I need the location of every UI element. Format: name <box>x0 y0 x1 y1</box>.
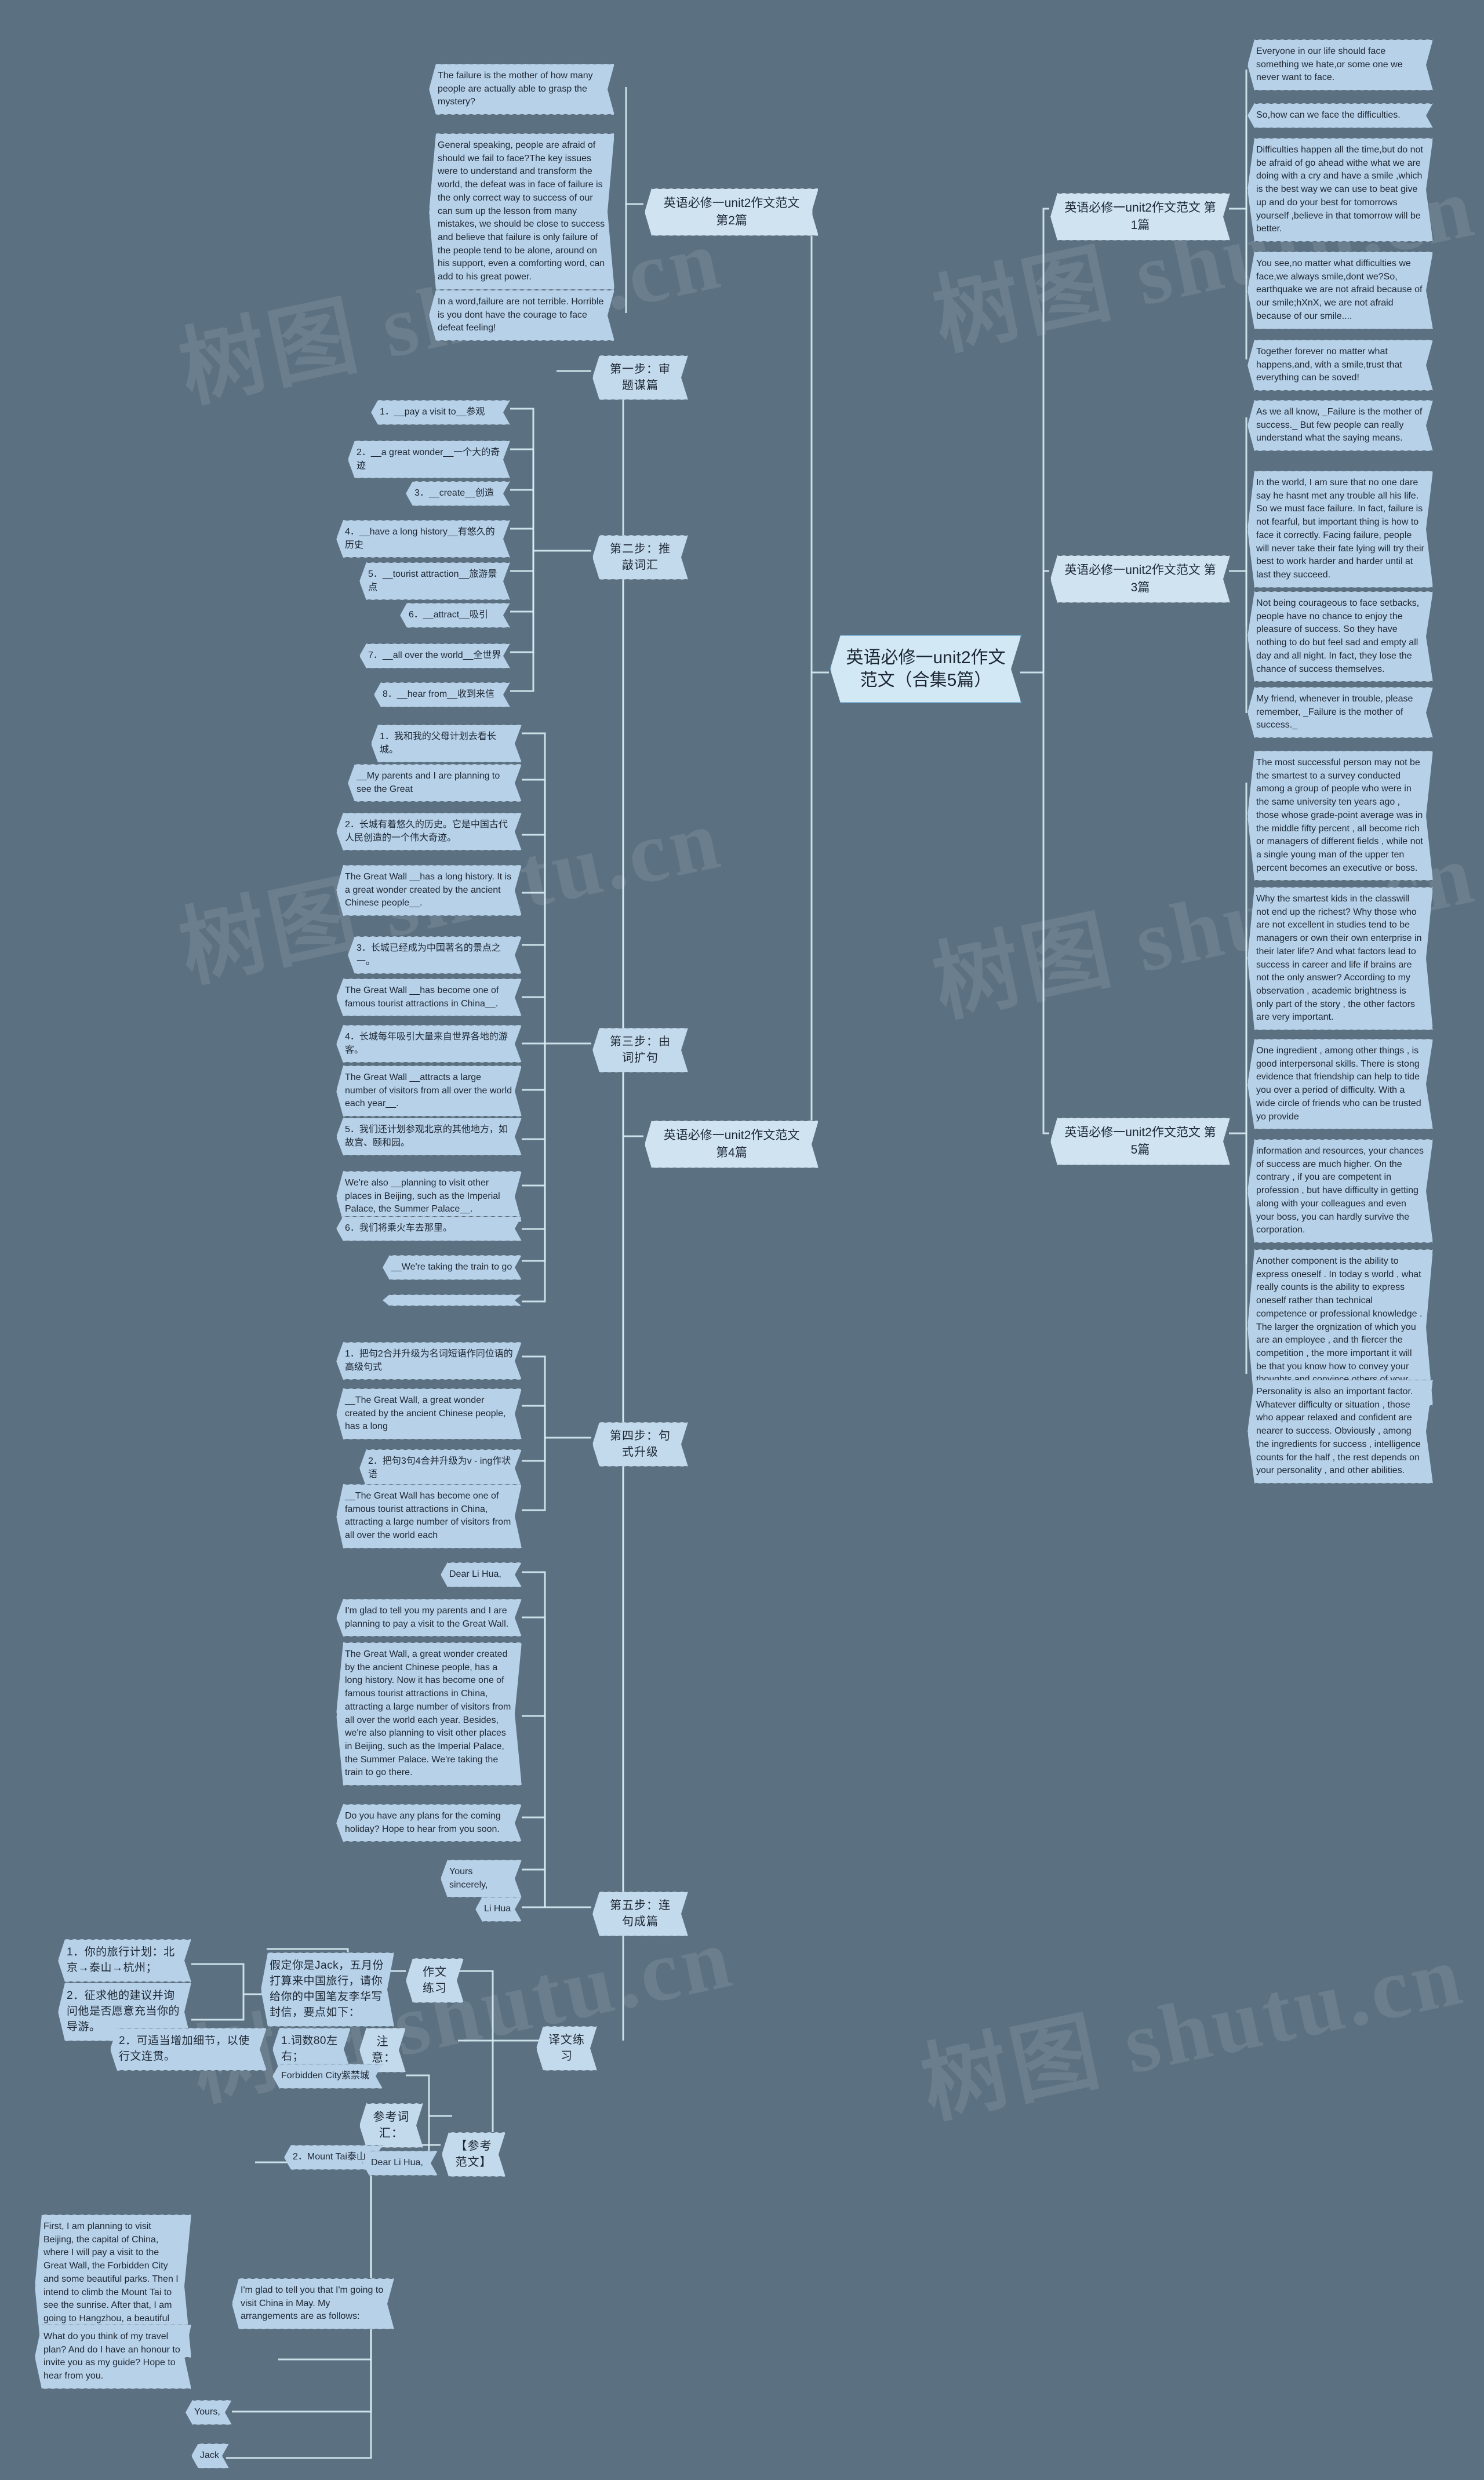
letter4-signature[interactable]: Li Hua <box>475 1897 522 1922</box>
essay3-para-1[interactable]: As we all know, _Failure is the mother o… <box>1247 400 1433 451</box>
essay2-para-1[interactable]: The failure is the mother of how many pe… <box>429 64 614 115</box>
upgrade-item[interactable]: 1．把句2合并升级为名词短语作同位语的高级句式 <box>336 1342 522 1380</box>
writing-practice-node[interactable]: 作文练习 <box>406 1958 464 2003</box>
reference-answer-node[interactable]: 【参考范文】 <box>442 2132 505 2177</box>
essay2-para-2[interactable]: General speaking, people are afraid of s… <box>429 133 614 290</box>
vocab-item[interactable]: 4．__have a long history__有悠久的历史 <box>336 520 510 558</box>
step-5-node[interactable]: 第五步：连句成篇 <box>592 1892 688 1936</box>
practice-note-2[interactable]: 2．可适当增加细节，以使行文连贯。 <box>110 2028 267 2071</box>
expand-item[interactable] <box>383 1294 522 1306</box>
letter5-signature[interactable]: Jack <box>191 2443 229 2468</box>
expand-item[interactable]: __We're taking the train to go <box>383 1255 522 1280</box>
essay2-para-3[interactable]: In a word,failure are not terrible. Horr… <box>429 290 614 341</box>
essay5-para-3[interactable]: One ingredient , among other things , is… <box>1247 1039 1433 1129</box>
essay3-para-2[interactable]: In the world, I am sure that no one dare… <box>1247 471 1433 588</box>
expand-item[interactable]: __My parents and I are planning to see t… <box>348 764 522 802</box>
letter4-para-2[interactable]: The Great Wall, a great wonder created b… <box>336 1642 522 1786</box>
translation-practice-node[interactable]: 译文练习 <box>536 2026 597 2071</box>
essay5-para-6[interactable]: Personality is also an important factor.… <box>1247 1380 1433 1483</box>
step-3-node[interactable]: 第三步：由词扩句 <box>592 1028 688 1072</box>
expand-item[interactable]: 2．长城有着悠久的历史。它是中国古代人民创造的一个伟大奇迹。 <box>336 813 522 850</box>
vocab-item[interactable]: 6．__attract__吸引 <box>400 603 510 628</box>
center-node[interactable]: 英语必修一unit2作文范文（合集5篇） <box>830 635 1021 703</box>
letter4-para-3[interactable]: Do you have any plans for the coming hol… <box>336 1804 522 1842</box>
step-4-node[interactable]: 第四步：句式升级 <box>592 1422 688 1467</box>
expand-item[interactable]: We're also __planning to visit other pla… <box>336 1171 522 1222</box>
letter4-closing[interactable]: Yours sincerely, <box>441 1860 522 1897</box>
vocab-item[interactable]: 1．__pay a visit to__参观 <box>371 400 510 425</box>
step-1-node[interactable]: 第一步：审题谋篇 <box>592 355 688 400</box>
essay5-para-4[interactable]: information and resources, your chances … <box>1247 1139 1433 1243</box>
letter5-para-3[interactable]: What do you think of my travel plan? And… <box>35 2325 191 2389</box>
expand-item[interactable]: 1．我和我的父母计划去看长城。 <box>371 725 522 762</box>
letter5-para-1[interactable]: I'm glad to tell you that I'm going to v… <box>232 2278 394 2329</box>
letter5-greeting[interactable]: Dear Li Hua, <box>362 2151 438 2176</box>
expand-item[interactable]: 3．长城已经成为中国著名的景点之一。 <box>348 936 522 974</box>
branch-essay-4[interactable]: 英语必修一unit2作文范文 第4篇 <box>645 1121 819 1168</box>
expand-item[interactable]: 4．长城每年吸引大量来自世界各地的游客。 <box>336 1025 522 1063</box>
branch-essay-3[interactable]: 英语必修一unit2作文范文 第3篇 <box>1050 555 1230 603</box>
essay1-para-1[interactable]: Everyone in our life should face somethi… <box>1247 39 1433 90</box>
essay5-para-2[interactable]: Why the smartest kids in the classwill n… <box>1247 887 1433 1030</box>
expand-item[interactable]: 6．我们将乘火车去那里。 <box>336 1216 522 1241</box>
essay1-para-3[interactable]: Difficulties happen all the time,but do … <box>1247 138 1433 242</box>
branch-essay-2[interactable]: 英语必修一unit2作文范文 第2篇 <box>645 188 819 236</box>
practice-vocab-1[interactable]: Forbidden City紫禁城 <box>272 2064 383 2089</box>
vocab-item[interactable]: 7．__all over the world__全世界 <box>359 643 510 668</box>
branch-essay-5[interactable]: 英语必修一unit2作文范文 第5篇 <box>1050 1118 1230 1165</box>
upgrade-item[interactable]: 2．把句3句4合并升级为v - ing作状语 <box>359 1449 522 1487</box>
expand-item[interactable]: The Great Wall __has a long history. It … <box>336 865 522 916</box>
vocab-item[interactable]: 3．__create__创造 <box>406 481 510 506</box>
expand-item[interactable]: The Great Wall __attracts a large number… <box>336 1066 522 1117</box>
upgrade-item[interactable]: __The Great Wall, a great wonder created… <box>336 1388 522 1439</box>
vocab-reference-node[interactable]: 参考词汇： <box>359 2103 423 2148</box>
step-2-node[interactable]: 第二步：推敲词汇 <box>592 535 688 580</box>
watermark: 树图 shutu.cn <box>914 1926 1472 2135</box>
letter5-closing[interactable]: Yours, <box>186 2400 232 2425</box>
essay3-para-3[interactable]: Not being courageous to face setbacks, p… <box>1247 591 1433 682</box>
vocab-item[interactable]: 5．__tourist attraction__旅游景点 <box>359 562 510 600</box>
expand-item[interactable]: The Great Wall __has become one of famou… <box>336 979 522 1016</box>
practice-prompt[interactable]: 假定你是Jack，五月份打算来中国旅行，请你给你的中国笔友李华写封信，要点如下： <box>261 1952 394 2027</box>
letter4-greeting[interactable]: Dear Li Hua, <box>441 1562 522 1587</box>
upgrade-item[interactable]: __The Great Wall has become one of famou… <box>336 1484 522 1548</box>
essay3-para-4[interactable]: My friend, whenever in trouble, please r… <box>1247 687 1433 738</box>
branch-essay-1[interactable]: 英语必修一unit2作文范文 第1篇 <box>1050 193 1230 241</box>
expand-item[interactable]: 5．我们还计划参观北京的其他地方，如故宫、颐和园。 <box>336 1118 522 1155</box>
vocab-item[interactable]: 8．__hear from__收到来信 <box>374 682 510 707</box>
essay1-para-5[interactable]: Together forever no matter what happens,… <box>1247 340 1433 391</box>
essay1-para-2[interactable]: So,how can we face the difficulties. <box>1247 103 1433 128</box>
essay5-para-1[interactable]: The most successful person may not be th… <box>1247 751 1433 881</box>
essay1-para-4[interactable]: You see,no matter what difficulties we f… <box>1247 252 1433 329</box>
vocab-item[interactable]: 2．__a great wonder__一个大的奇迹 <box>348 441 510 478</box>
practice-point-1[interactable]: 1．你的旅行计划：北京→泰山→杭州； <box>58 1939 191 1982</box>
letter4-para-1[interactable]: I'm glad to tell you my parents and I ar… <box>336 1599 522 1637</box>
